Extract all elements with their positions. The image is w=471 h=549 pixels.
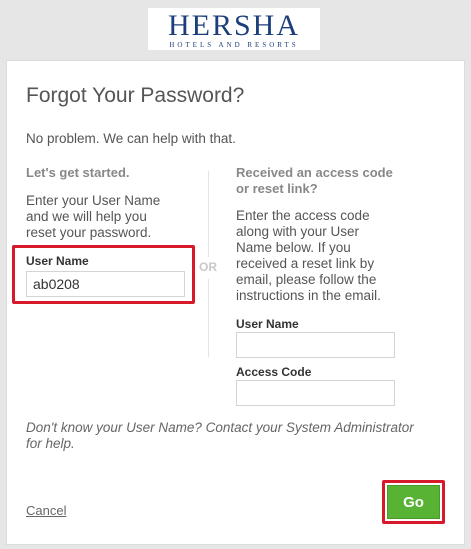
instruction-line: received a reset link by — [236, 256, 375, 271]
column-divider-top — [208, 171, 209, 257]
forgot-password-card: Forgot Your Password? No problem. We can… — [6, 60, 465, 545]
go-button[interactable]: Go — [387, 485, 440, 519]
username-input[interactable] — [26, 271, 185, 297]
right-column-heading: Received an access code or reset link? — [236, 165, 393, 197]
instruction-line: instructions in the email. — [236, 288, 381, 303]
instruction-line: along with your User — [236, 224, 360, 239]
access-code-label: Access Code — [236, 365, 312, 379]
page-title: Forgot Your Password? — [26, 84, 245, 107]
reset-username-label: User Name — [236, 317, 299, 331]
left-column-instructions: Enter your User Name and we will help yo… — [26, 193, 160, 241]
instruction-line: Enter the access code — [236, 208, 370, 223]
brand-logo: HERSHA HOTELS AND RESORTS — [148, 8, 320, 50]
left-column-heading: Let's get started. — [26, 165, 130, 180]
or-separator: OR — [199, 258, 217, 276]
instruction-line: email, please follow the — [236, 272, 377, 287]
column-divider-bottom — [208, 279, 209, 357]
instruction-line: reset your password. — [26, 225, 152, 240]
instruction-line: Name below. If you — [236, 240, 351, 255]
right-column-instructions: Enter the access code along with your Us… — [236, 208, 381, 304]
heading-line: or reset link? — [236, 181, 318, 196]
access-code-input[interactable] — [236, 380, 395, 406]
go-button-highlight: Go — [382, 480, 445, 524]
reset-username-input[interactable] — [236, 332, 395, 358]
brand-tagline: HOTELS AND RESORTS — [169, 41, 299, 49]
instruction-line: Enter your User Name — [26, 193, 161, 208]
username-label: User Name — [26, 254, 89, 268]
heading-line: Received an access code — [236, 165, 393, 180]
help-line: Don't know your User Name? Contact your … — [26, 420, 414, 435]
brand-name: HERSHA — [167, 9, 300, 42]
instruction-line: and we will help you — [26, 209, 147, 224]
help-line: for help. — [26, 436, 75, 451]
intro-text: No problem. We can help with that. — [26, 131, 236, 146]
cancel-link[interactable]: Cancel — [26, 503, 66, 518]
help-text: Don't know your User Name? Contact your … — [26, 420, 456, 452]
